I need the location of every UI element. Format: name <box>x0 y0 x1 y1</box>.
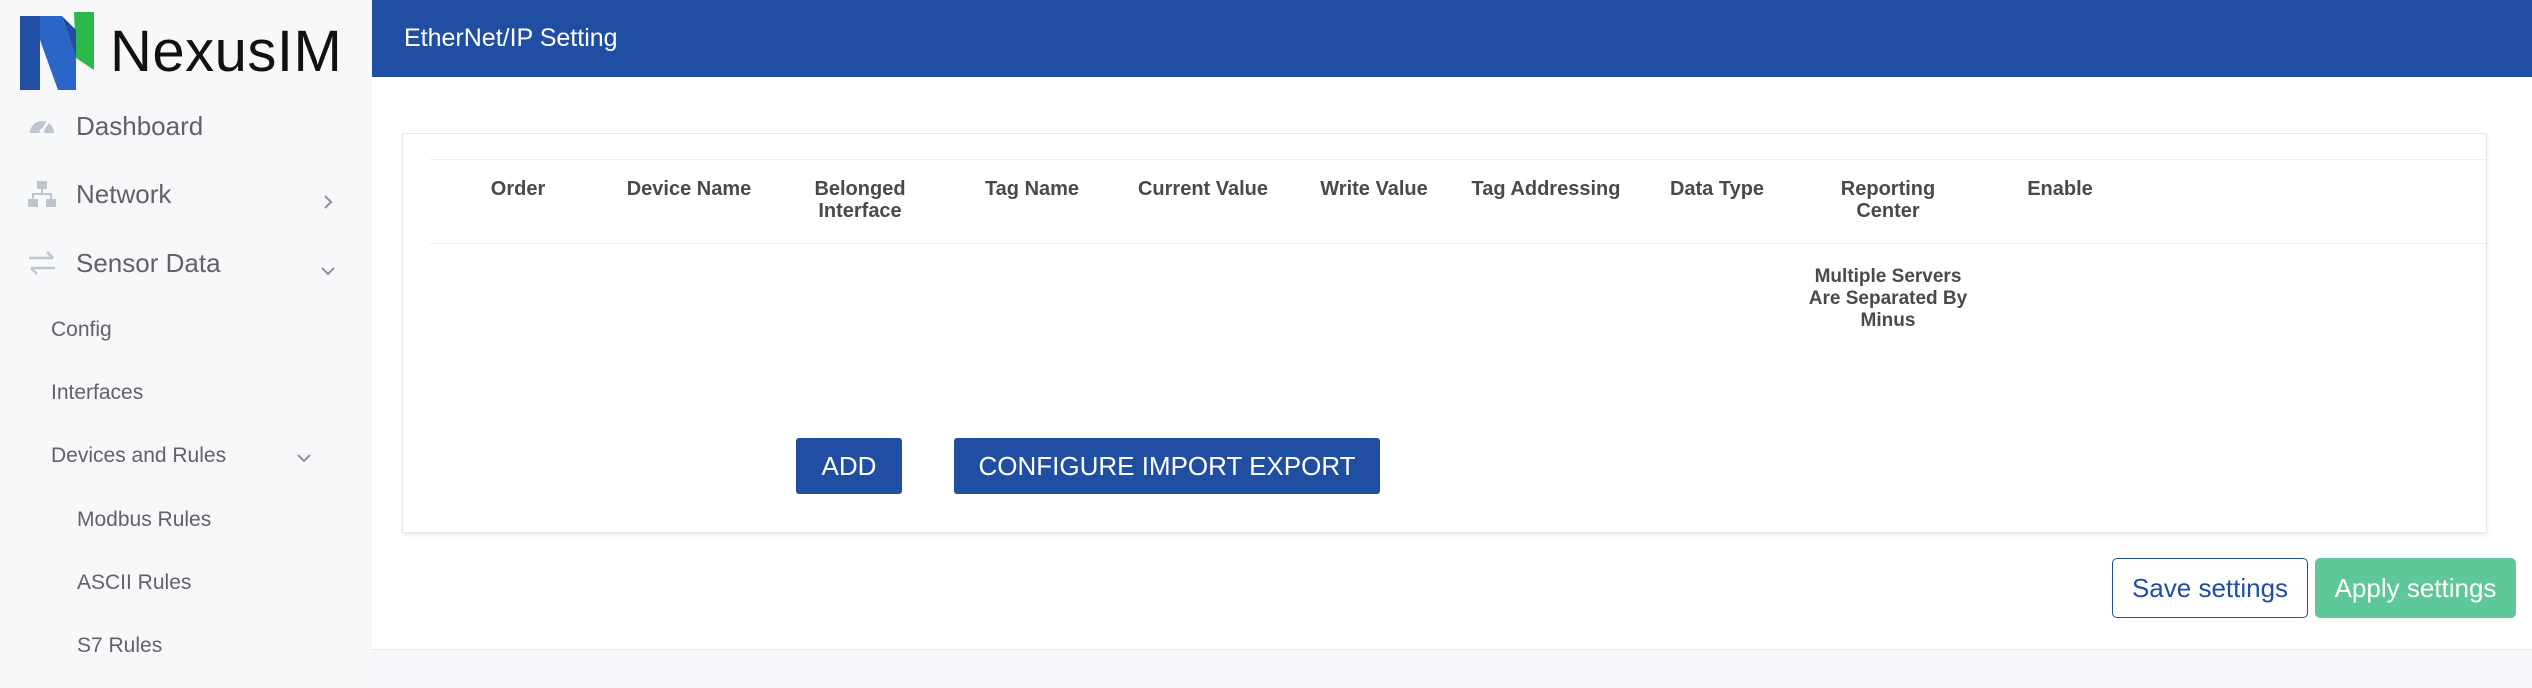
chevron-right-icon <box>320 186 336 209</box>
sidebar-item-label: Network <box>76 178 172 209</box>
arrows-icon <box>26 247 58 279</box>
sidebar-item-network[interactable]: Network <box>0 174 372 214</box>
table-divider <box>430 159 2488 160</box>
sidebar-item-ascii-rules[interactable]: ASCII Rules <box>0 567 372 599</box>
add-button[interactable]: ADD <box>796 438 902 494</box>
sidebar-item-config[interactable]: Config <box>0 314 372 346</box>
sidebar-item-label: Dashboard <box>76 110 204 141</box>
apply-settings-button[interactable]: Apply settings <box>2315 558 2516 618</box>
sidebar-item-label: Config <box>51 318 112 341</box>
chevron-down-icon <box>296 448 312 464</box>
configure-import-export-button[interactable]: CONFIGURE IMPORT EXPORT <box>954 438 1380 494</box>
tags-table-card: Order Device Name Belonged Interface Tag… <box>402 133 2488 533</box>
sidebar-item-modbus-rules[interactable]: Modbus Rules <box>0 504 372 536</box>
sidebar-item-interfaces[interactable]: Interfaces <box>0 377 372 409</box>
column-header-order[interactable]: Order <box>438 178 598 200</box>
nexusim-logo-icon <box>20 12 94 90</box>
column-header-tag-addressing[interactable]: Tag Addressing <box>1466 178 1626 200</box>
column-header-device-name[interactable]: Device Name <box>609 178 769 200</box>
column-header-tag-name[interactable]: Tag Name <box>952 178 1112 200</box>
sidebar-item-sensor-data[interactable]: Sensor Data <box>0 243 372 283</box>
network-icon <box>26 178 58 210</box>
column-header-reporting-center[interactable]: Reporting Center <box>1808 178 1968 222</box>
table-divider <box>430 243 2488 244</box>
sidebar-item-label: Modbus Rules <box>77 508 212 531</box>
sidebar-item-dashboard[interactable]: Dashboard <box>0 106 372 146</box>
brand-logo[interactable]: NexusIM <box>18 10 342 92</box>
brand-name: NexusIM <box>110 18 343 84</box>
sidebar-item-s7-rules[interactable]: S7 Rules <box>0 630 372 662</box>
page-header: EtherNet/IP Setting <box>372 0 2532 77</box>
column-header-belonged-interface[interactable]: Belonged Interface <box>780 178 940 222</box>
sidebar-item-label: ASCII Rules <box>77 571 192 594</box>
sidebar-item-label: Interfaces <box>51 381 144 404</box>
sidebar-item-label: Devices and Rules <box>51 444 227 467</box>
reporting-center-hint: Multiple Servers Are Separated By Minus <box>1808 266 1968 331</box>
column-header-data-type[interactable]: Data Type <box>1637 178 1797 200</box>
column-header-write-value[interactable]: Write Value <box>1294 178 1454 200</box>
sidebar-item-devices-and-rules[interactable]: Devices and Rules <box>0 440 372 472</box>
main-panel: Order Device Name Belonged Interface Tag… <box>372 77 2532 650</box>
chevron-down-icon <box>320 255 336 276</box>
save-settings-button[interactable]: Save settings <box>2112 558 2308 618</box>
column-header-current-value[interactable]: Current Value <box>1123 178 1283 200</box>
sidebar-item-label: Sensor Data <box>76 247 221 278</box>
sidebar-item-label: S7 Rules <box>77 634 163 657</box>
column-header-enable[interactable]: Enable <box>1980 178 2140 200</box>
speedometer-icon <box>26 110 58 142</box>
sidebar: NexusIM Dashboard Network Sensor Data Co… <box>0 0 372 688</box>
page-title: EtherNet/IP Setting <box>404 24 618 52</box>
